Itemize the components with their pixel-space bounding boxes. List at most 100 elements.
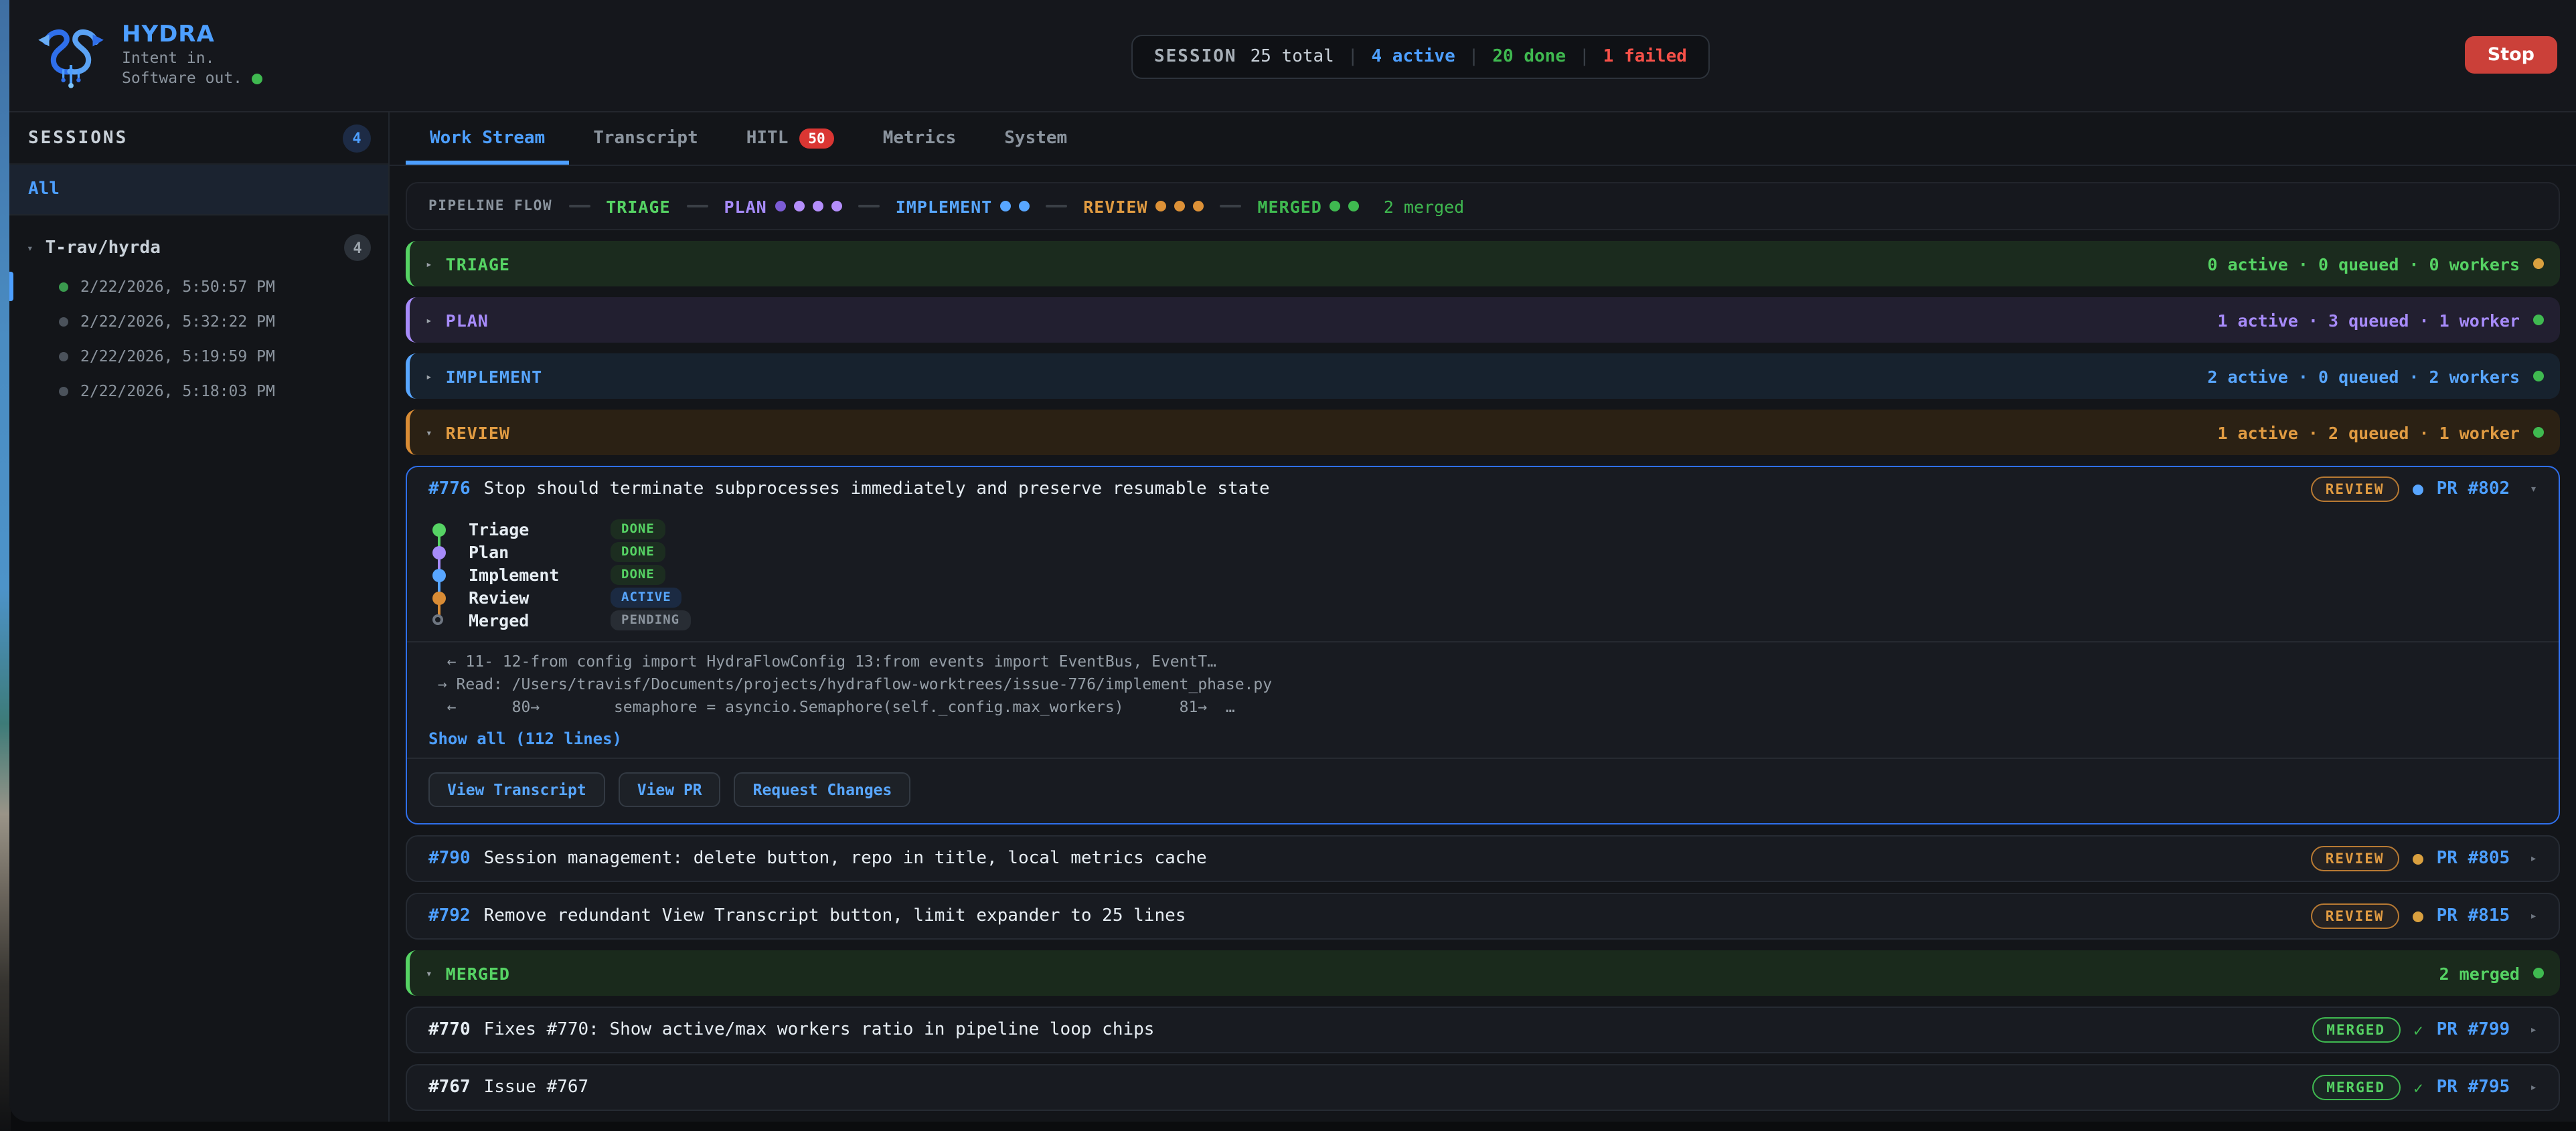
timeline-row-triage: Triage DONE bbox=[432, 518, 2537, 541]
timeline-status-chip: PENDING bbox=[611, 610, 690, 630]
stage-row-stats: 2 merged bbox=[2439, 963, 2520, 983]
session-status-dot-idle bbox=[59, 386, 68, 396]
issue-id: #767 bbox=[428, 1077, 471, 1098]
stop-button[interactable]: Stop bbox=[2465, 36, 2557, 74]
tab-work-stream[interactable]: Work Stream bbox=[406, 112, 569, 165]
stage-name: IMPLEMENT bbox=[896, 196, 992, 216]
stage-health-dot bbox=[2533, 315, 2544, 325]
pipeline-stage-triage: TRIAGE bbox=[606, 196, 670, 216]
worker-dot bbox=[1000, 201, 1011, 211]
sidebar-item-all[interactable]: All bbox=[9, 165, 388, 215]
session-item-3[interactable]: 2/22/2026, 5:19:59 PM bbox=[9, 339, 388, 373]
app-window: HYDRA Intent in. Software out. SESSION 2… bbox=[9, 0, 2576, 1122]
chevron-down-icon: ▾ bbox=[426, 967, 432, 979]
issue-card-776: #776 Stop should terminate subprocesses … bbox=[406, 466, 2560, 824]
stage-row-triage[interactable]: ▸ TRIAGE 0 active · 0 queued · 0 workers bbox=[406, 241, 2560, 286]
stage-row-merged[interactable]: ▾ MERGED 2 merged bbox=[406, 950, 2560, 996]
timeline-dot-plan bbox=[432, 545, 446, 559]
pipeline-stage-merged: MERGED bbox=[1258, 196, 1360, 216]
pr-link[interactable]: PR #805 bbox=[2437, 849, 2510, 869]
pr-status-dot bbox=[2413, 853, 2423, 864]
separator: | bbox=[1348, 47, 1358, 67]
session-status-dot-idle bbox=[59, 317, 68, 326]
top-header: HYDRA Intent in. Software out. SESSION 2… bbox=[9, 0, 2576, 112]
chevron-right-icon: ▸ bbox=[426, 370, 432, 382]
stage-row-plan[interactable]: ▸ PLAN 1 active · 3 queued · 1 worker bbox=[406, 297, 2560, 343]
tab-label: Transcript bbox=[593, 128, 698, 149]
session-stats-bar: SESSION 25 total | 4 active | 20 done | … bbox=[1131, 35, 1710, 79]
status-badge-merged: MERGED bbox=[2312, 1075, 2400, 1100]
issue-card-792[interactable]: #792 Remove redundant View Transcript bu… bbox=[406, 893, 2560, 940]
log-line: ← 11- 12-from config import HydraFlowCon… bbox=[428, 650, 2537, 673]
view-pr-button[interactable]: View PR bbox=[619, 772, 721, 807]
issue-title: Issue #767 bbox=[484, 1077, 2299, 1098]
chevron-right-icon: ▸ bbox=[426, 314, 432, 326]
stage-row-review[interactable]: ▾ REVIEW 1 active · 2 queued · 1 worker bbox=[406, 410, 2560, 455]
chevron-down-icon: ▾ bbox=[2530, 483, 2537, 496]
stage-row-implement[interactable]: ▸ IMPLEMENT 2 active · 0 queued · 2 work… bbox=[406, 353, 2560, 399]
check-icon: ✓ bbox=[2413, 1078, 2423, 1097]
app-root: HYDRA Intent in. Software out. SESSION 2… bbox=[0, 0, 2576, 1131]
repo-group-name: T-rav/hyrda bbox=[46, 238, 332, 258]
show-all-link[interactable]: Show all (112 lines) bbox=[407, 727, 2559, 758]
session-total: 25 total bbox=[1251, 47, 1334, 67]
worker-dot bbox=[1175, 201, 1186, 211]
timeline-stage-label: Review bbox=[469, 588, 592, 608]
pr-link[interactable]: PR #799 bbox=[2437, 1020, 2510, 1040]
app-title: HYDRA bbox=[122, 23, 262, 49]
pr-status-dot bbox=[2413, 484, 2423, 495]
stage-row-stats: 1 active · 3 queued · 1 worker bbox=[2217, 310, 2520, 330]
pr-link[interactable]: PR #802 bbox=[2437, 479, 2510, 499]
issue-card-770[interactable]: #770 Fixes #770: Show active/max workers… bbox=[406, 1007, 2560, 1053]
worker-dot bbox=[1349, 201, 1360, 211]
separator: | bbox=[1579, 47, 1590, 67]
tab-transcript[interactable]: Transcript bbox=[569, 112, 722, 165]
timeline-dot-triage bbox=[432, 523, 446, 536]
pr-link[interactable]: PR #815 bbox=[2437, 906, 2510, 926]
check-icon: ✓ bbox=[2413, 1021, 2423, 1039]
worker-dot bbox=[794, 201, 805, 211]
all-label: All bbox=[28, 179, 60, 199]
session-item-2[interactable]: 2/22/2026, 5:32:22 PM bbox=[9, 304, 388, 339]
timeline-status-chip: DONE bbox=[611, 565, 665, 585]
tab-label: Metrics bbox=[883, 128, 957, 149]
stage-row-name: IMPLEMENT bbox=[446, 366, 2194, 386]
pipeline-flow-label: PIPELINE FLOW bbox=[428, 198, 552, 214]
timeline-status-chip: ACTIVE bbox=[611, 588, 682, 608]
sidebar-group-repo[interactable]: ▾ T-rav/hyrda 4 bbox=[9, 226, 388, 269]
stage-name: REVIEW bbox=[1083, 196, 1147, 216]
status-live-dot bbox=[252, 73, 262, 84]
tab-metrics[interactable]: Metrics bbox=[859, 112, 981, 165]
chevron-right-icon: ▸ bbox=[2530, 1023, 2537, 1037]
stage-row-name: PLAN bbox=[446, 310, 2204, 330]
issue-card-790[interactable]: #790 Session management: delete button, … bbox=[406, 835, 2560, 882]
worker-dot bbox=[831, 201, 842, 211]
sessions-count-badge: 4 bbox=[343, 124, 371, 152]
issue-card-767[interactable]: #767 Issue #767 MERGED ✓ PR #795 ▸ bbox=[406, 1064, 2560, 1111]
request-changes-button[interactable]: Request Changes bbox=[734, 772, 911, 807]
tab-system[interactable]: System bbox=[980, 112, 1091, 165]
issue-card-776-header[interactable]: #776 Stop should terminate subprocesses … bbox=[407, 467, 2559, 511]
stage-health-dot bbox=[2533, 371, 2544, 381]
chevron-down-icon: ▾ bbox=[27, 242, 33, 254]
chevron-right-icon: ▸ bbox=[2530, 852, 2537, 865]
session-item-1[interactable]: 2/22/2026, 5:50:57 PM bbox=[9, 269, 388, 304]
pipeline-stage-implement: IMPLEMENT bbox=[896, 196, 1030, 216]
timeline-stage-label: Triage bbox=[469, 519, 592, 539]
session-timestamp: 2/22/2026, 5:19:59 PM bbox=[80, 347, 275, 365]
session-item-4[interactable]: 2/22/2026, 5:18:03 PM bbox=[9, 373, 388, 408]
stage-name: PLAN bbox=[724, 196, 767, 216]
pipeline-connector bbox=[687, 205, 708, 207]
work-stream-panel: PIPELINE FLOW TRIAGE PLAN bbox=[390, 166, 2576, 1122]
tab-bar: Work Stream Transcript HITL 50 Metrics S… bbox=[390, 112, 2576, 166]
session-status-dot-active bbox=[59, 282, 68, 291]
timeline-row-merged: Merged PENDING bbox=[432, 609, 2537, 632]
pr-link[interactable]: PR #795 bbox=[2437, 1077, 2510, 1098]
session-failed: 1 failed bbox=[1603, 47, 1687, 67]
stage-row-name: TRIAGE bbox=[446, 254, 2194, 274]
tab-hitl[interactable]: HITL 50 bbox=[722, 112, 859, 165]
pipeline-connector bbox=[568, 205, 590, 207]
view-transcript-button[interactable]: View Transcript bbox=[428, 772, 605, 807]
stage-row-stats: 1 active · 2 queued · 1 worker bbox=[2217, 422, 2520, 442]
tab-label: HITL bbox=[746, 128, 789, 149]
